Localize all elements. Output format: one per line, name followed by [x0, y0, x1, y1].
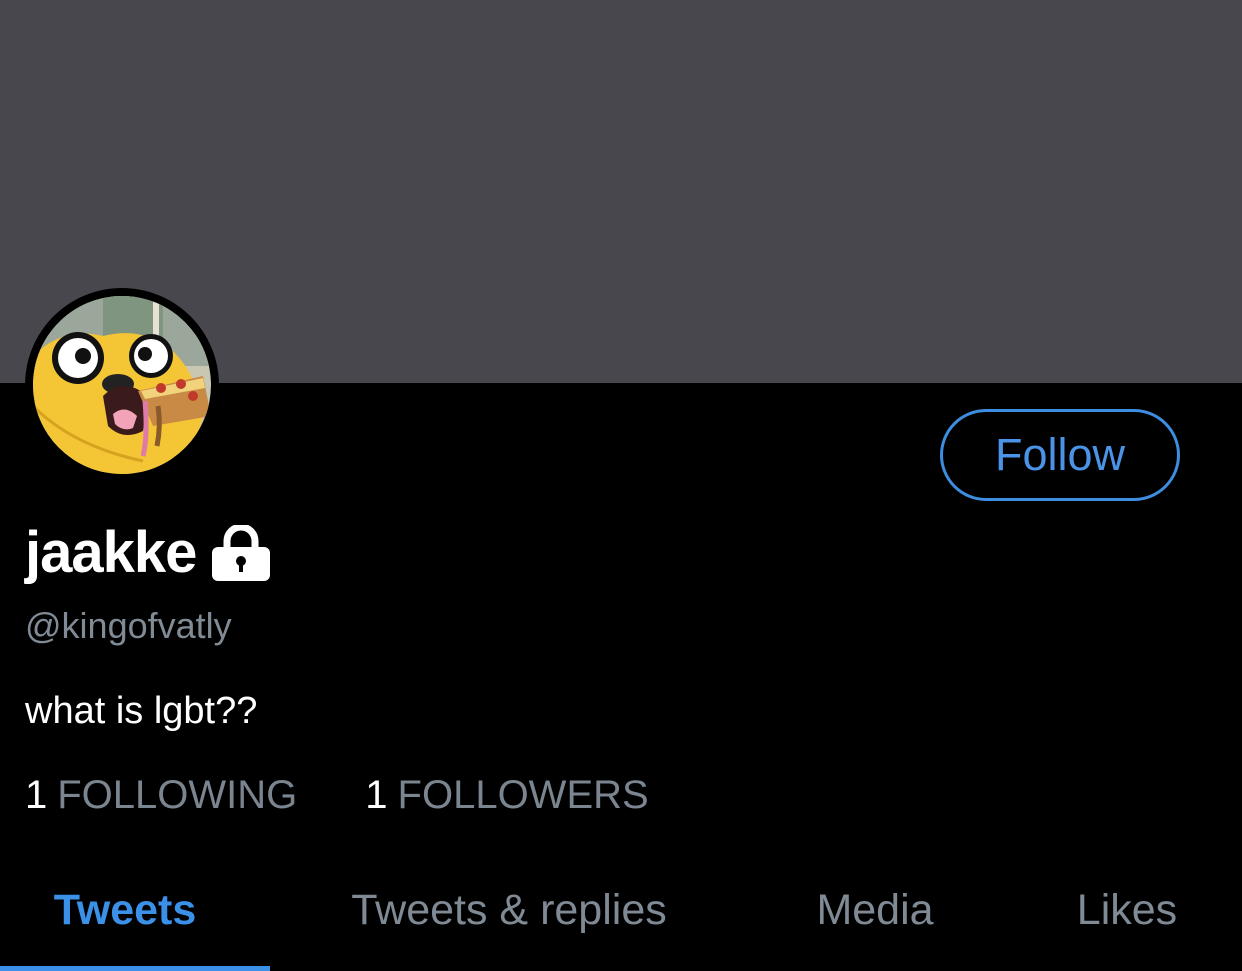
user-handle: @kingofvatly [25, 605, 232, 646]
tab-likes[interactable]: Likes [1030, 850, 1224, 971]
avatar-image [33, 296, 211, 474]
profile-stats: 1 FOLLOWING 1 FOLLOWERS [25, 773, 649, 818]
following-count: 1 [25, 773, 48, 817]
tab-media[interactable]: Media [770, 850, 980, 971]
followers-label: FOLLOWERS [397, 773, 649, 817]
following-stat[interactable]: 1 FOLLOWING [25, 773, 297, 818]
following-label: FOLLOWING [57, 773, 298, 817]
tab-tweets-and-replies[interactable]: Tweets & replies [300, 850, 718, 971]
active-tab-indicator [0, 966, 270, 971]
profile-tabs: Tweets Tweets & replies Media Likes [0, 850, 1242, 971]
followers-count: 1 [365, 773, 388, 817]
tab-tweets[interactable]: Tweets [0, 850, 250, 971]
lock-icon [210, 523, 272, 586]
avatar[interactable] [25, 288, 219, 482]
profile-name-row: jaakke [25, 512, 272, 592]
follow-button[interactable]: Follow [940, 409, 1180, 501]
followers-stat[interactable]: 1 FOLLOWERS [365, 773, 648, 818]
display-name: jaakke [25, 519, 197, 585]
profile-bio: what is lgbt?? [25, 690, 258, 732]
